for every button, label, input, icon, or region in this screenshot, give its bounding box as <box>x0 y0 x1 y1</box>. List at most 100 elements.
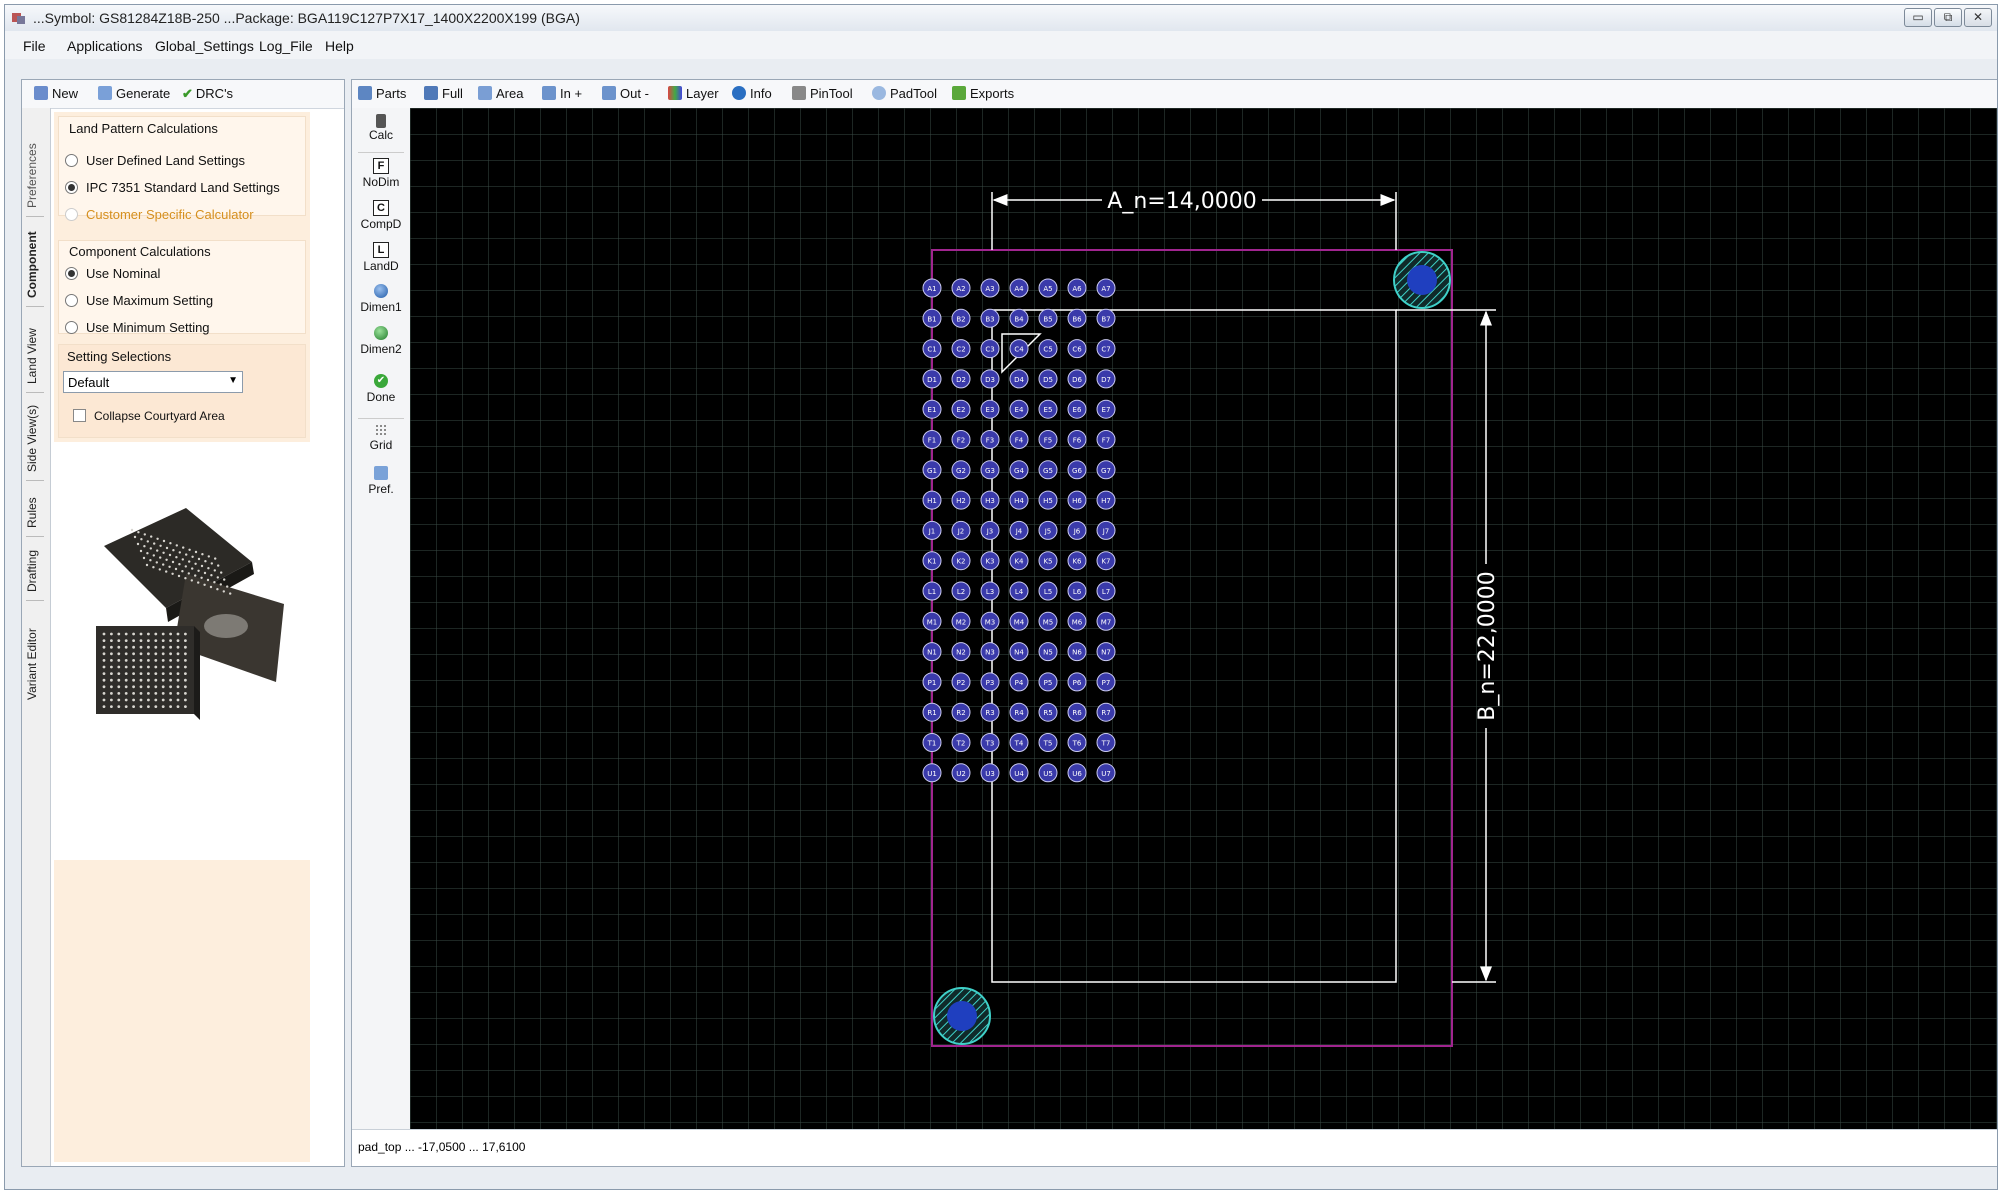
tab-drafting[interactable]: Drafting <box>25 550 39 592</box>
exports-button[interactable]: Exports <box>952 86 1014 101</box>
layer-button[interactable]: Layer <box>668 86 719 101</box>
pad-U4[interactable]: U4 <box>1009 763 1029 783</box>
pad-N7[interactable]: N7 <box>1096 642 1116 662</box>
pad-D7[interactable]: D7 <box>1096 369 1116 389</box>
pad-T5[interactable]: T5 <box>1038 733 1058 752</box>
pad-N1[interactable]: N1 <box>922 642 942 662</box>
full-button[interactable]: Full <box>424 86 463 101</box>
zoom-in-button[interactable]: In + <box>542 86 582 101</box>
pad-C2[interactable]: C2 <box>951 339 971 359</box>
tab-variant-editor[interactable]: Variant Editor <box>25 628 39 700</box>
pad-G3[interactable]: G3 <box>980 460 1000 480</box>
option-use-nominal[interactable]: Use Nominal <box>65 266 160 281</box>
setting-select[interactable]: Default ▼ <box>63 371 243 393</box>
pad-T2[interactable]: T2 <box>951 733 971 752</box>
pad-P2[interactable]: P2 <box>951 672 971 692</box>
option-use-maximum[interactable]: Use Maximum Setting <box>65 293 213 308</box>
radio-button[interactable] <box>65 294 78 307</box>
landd-button[interactable]: L LandD <box>352 242 410 273</box>
pad-F2[interactable]: F2 <box>951 430 971 449</box>
pref-button[interactable]: Pref. <box>352 466 410 496</box>
pad-E5[interactable]: E5 <box>1038 399 1058 419</box>
pad-D4[interactable]: D4 <box>1009 369 1029 389</box>
radio-button-selected[interactable] <box>65 267 78 280</box>
option-user-defined-land[interactable]: User Defined Land Settings <box>65 153 245 168</box>
pad-R4[interactable]: R4 <box>1009 702 1029 722</box>
pad-M2[interactable]: M2 <box>951 611 971 631</box>
pad-D5[interactable]: D5 <box>1038 369 1058 389</box>
area-button[interactable]: Area <box>478 86 523 101</box>
pad-T3[interactable]: T3 <box>980 733 1000 752</box>
pad-L3[interactable]: L3 <box>980 581 1000 601</box>
pad-E3[interactable]: E3 <box>980 399 1000 419</box>
done-button[interactable]: ✔ Done <box>352 374 410 404</box>
pad-F7[interactable]: F7 <box>1096 430 1116 449</box>
option-ipc7351-standard[interactable]: IPC 7351 Standard Land Settings <box>65 180 280 195</box>
pad-F5[interactable]: F5 <box>1038 430 1058 449</box>
pad-D6[interactable]: D6 <box>1067 369 1087 389</box>
drawing-canvas[interactable]: A_n=14,0000 B_n=22,0000 A1 A2 A3 A4 A5 A6 A7 B1… <box>410 108 1997 1130</box>
pad-J4[interactable]: J4 <box>1009 520 1029 540</box>
info-button[interactable]: Info <box>732 86 772 101</box>
minimize-button[interactable]: ▭ <box>1904 8 1932 27</box>
pad-M1[interactable]: M1 <box>922 611 942 631</box>
pad-K7[interactable]: K7 <box>1096 551 1116 571</box>
pad-F6[interactable]: F6 <box>1067 430 1087 449</box>
pad-G1[interactable]: G1 <box>922 460 942 480</box>
pad-R7[interactable]: R7 <box>1096 702 1116 722</box>
parts-button[interactable]: Parts <box>358 86 406 101</box>
close-button[interactable]: ✕ <box>1964 8 1992 27</box>
pad-C4[interactable]: C4 <box>1009 339 1029 359</box>
pad-P4[interactable]: P4 <box>1009 672 1029 692</box>
pad-U7[interactable]: U7 <box>1096 763 1116 783</box>
pad-R6[interactable]: R6 <box>1067 702 1087 722</box>
pad-B1[interactable]: B1 <box>922 308 942 328</box>
pad-M5[interactable]: M5 <box>1038 611 1058 631</box>
pintool-button[interactable]: PinTool <box>792 86 853 101</box>
pad-G5[interactable]: G5 <box>1038 460 1058 480</box>
pad-J1[interactable]: J1 <box>922 520 942 540</box>
menu-global-settings[interactable]: Global_Settings <box>155 38 254 54</box>
pad-H7[interactable]: H7 <box>1096 490 1116 510</box>
pad-P6[interactable]: P6 <box>1067 672 1087 692</box>
pad-H5[interactable]: H5 <box>1038 490 1058 510</box>
pad-K1[interactable]: K1 <box>922 551 942 571</box>
pad-J7[interactable]: J7 <box>1096 520 1116 540</box>
pad-T6[interactable]: T6 <box>1067 733 1087 752</box>
pad-L5[interactable]: L5 <box>1038 581 1058 601</box>
pad-A2[interactable]: A2 <box>951 278 971 298</box>
pad-G6[interactable]: G6 <box>1067 460 1087 480</box>
pad-A6[interactable]: A6 <box>1067 278 1087 298</box>
pad-T4[interactable]: T4 <box>1009 733 1029 752</box>
pad-M7[interactable]: M7 <box>1096 611 1116 631</box>
pad-P1[interactable]: P1 <box>922 672 942 692</box>
pad-R3[interactable]: R3 <box>980 702 1000 722</box>
pad-D3[interactable]: D3 <box>980 369 1000 389</box>
pad-L6[interactable]: L6 <box>1067 581 1087 601</box>
pad-K2[interactable]: K2 <box>951 551 971 571</box>
pad-G4[interactable]: G4 <box>1009 460 1029 480</box>
pad-K5[interactable]: K5 <box>1038 551 1058 571</box>
pad-K6[interactable]: K6 <box>1067 551 1087 571</box>
radio-button-selected[interactable] <box>65 181 78 194</box>
pad-U6[interactable]: U6 <box>1067 763 1087 783</box>
tab-land-view[interactable]: Land View <box>25 328 39 384</box>
pad-H1[interactable]: H1 <box>922 490 942 510</box>
pad-C5[interactable]: C5 <box>1038 339 1058 359</box>
pad-L4[interactable]: L4 <box>1009 581 1029 601</box>
new-button[interactable]: New <box>34 86 78 101</box>
pad-N4[interactable]: N4 <box>1009 642 1029 662</box>
pad-J3[interactable]: J3 <box>980 520 1000 540</box>
pad-E1[interactable]: E1 <box>922 399 942 419</box>
radio-button[interactable] <box>65 321 78 334</box>
pad-F3[interactable]: F3 <box>980 430 1000 449</box>
pad-F1[interactable]: F1 <box>922 430 942 449</box>
pad-T1[interactable]: T1 <box>922 733 942 752</box>
pad-E4[interactable]: E4 <box>1009 399 1029 419</box>
pad-P5[interactable]: P5 <box>1038 672 1058 692</box>
pad-E6[interactable]: E6 <box>1067 399 1087 419</box>
pad-L2[interactable]: L2 <box>951 581 971 601</box>
pad-B3[interactable]: B3 <box>980 308 1000 328</box>
menu-applications[interactable]: Applications <box>67 38 143 54</box>
dimen2-button[interactable]: Dimen2 <box>352 326 410 356</box>
